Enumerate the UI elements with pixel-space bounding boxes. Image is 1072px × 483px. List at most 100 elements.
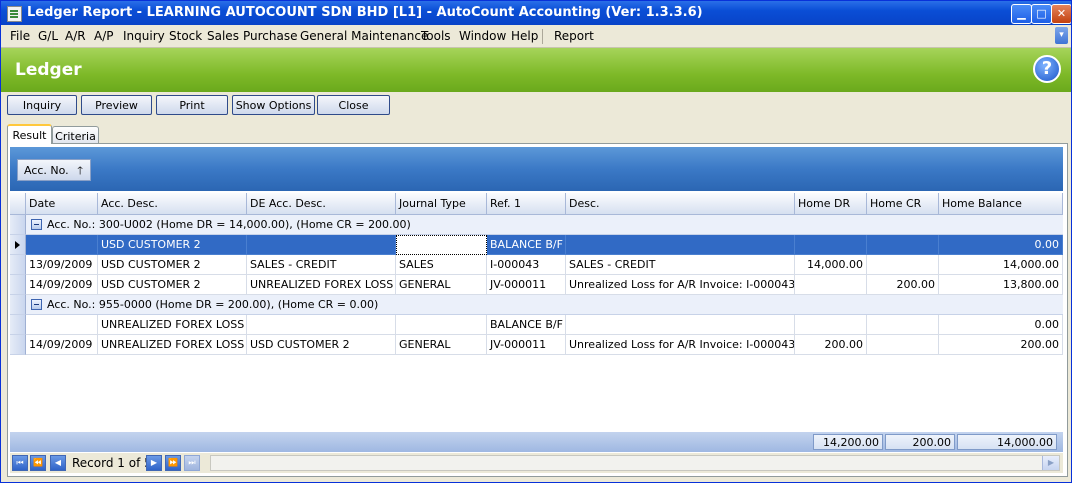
cell-de-acc-desc[interactable]: SALES - CREDIT <box>247 255 396 275</box>
cell-de-acc-desc[interactable] <box>247 235 396 255</box>
col-header-home-dr[interactable]: Home DR <box>795 193 867 215</box>
col-header-ref-1[interactable]: Ref. 1 <box>487 193 566 215</box>
row-indicator[interactable] <box>10 255 26 275</box>
cell-home-dr[interactable] <box>795 235 867 255</box>
col-header-journal-type[interactable]: Journal Type <box>396 193 487 215</box>
row-indicator[interactable] <box>10 215 26 235</box>
cell-journal-type[interactable] <box>396 235 487 255</box>
cell-desc[interactable]: Unrealized Loss for A/R Invoice: I-00004… <box>566 275 795 295</box>
cell-desc[interactable] <box>566 235 795 255</box>
cell-home-cr[interactable]: 200.00 <box>867 275 939 295</box>
last-record-icon[interactable]: ⏭ <box>184 455 200 471</box>
row-indicator[interactable] <box>10 295 26 315</box>
cell-home-dr[interactable]: 200.00 <box>795 335 867 355</box>
table-row[interactable]: 14/09/2009 UNREALIZED FOREX LOSS USD CUS… <box>26 335 1063 355</box>
cell-home-dr[interactable] <box>795 275 867 295</box>
cell-date[interactable] <box>26 315 98 335</box>
group-row[interactable]: Acc. No.: 300-U002 (Home DR = 14,000.00)… <box>26 215 1063 235</box>
menu-general-maintenance[interactable]: General Maintenance <box>300 29 428 43</box>
menu-file[interactable]: File <box>10 29 30 43</box>
cell-de-acc-desc[interactable]: UNREALIZED FOREX LOSS <box>247 275 396 295</box>
scroll-right-icon[interactable]: ▶ <box>1042 456 1059 470</box>
menu-sales[interactable]: Sales <box>207 29 239 43</box>
collapse-group-icon[interactable] <box>31 219 42 230</box>
cell-desc[interactable] <box>566 315 795 335</box>
cell-home-balance[interactable]: 14,000.00 <box>939 255 1063 275</box>
cell-ref-1[interactable]: BALANCE B/F <box>487 315 566 335</box>
cell-date[interactable]: 14/09/2009 <box>26 275 98 295</box>
cell-journal-type[interactable] <box>396 315 487 335</box>
close-button[interactable]: Close <box>317 95 390 115</box>
previous-page-icon[interactable]: ⏪ <box>30 455 46 471</box>
row-indicator[interactable] <box>10 335 26 355</box>
menu-ar[interactable]: A/R <box>65 29 86 43</box>
cell-journal-type[interactable]: SALES <box>396 255 487 275</box>
row-indicator[interactable] <box>10 275 26 295</box>
next-record-icon[interactable]: ▶ <box>146 455 162 471</box>
col-header-home-cr[interactable]: Home CR <box>867 193 939 215</box>
group-by-acc-no[interactable]: Acc. No. 🡑 <box>17 159 91 181</box>
collapse-group-icon[interactable] <box>31 299 42 310</box>
show-options-button[interactable]: Show Options <box>232 95 315 115</box>
maximize-button[interactable]: □ <box>1031 4 1052 24</box>
menu-inquiry[interactable]: Inquiry <box>123 29 165 43</box>
cell-home-cr[interactable] <box>867 315 939 335</box>
cell-ref-1[interactable]: JV-000011 <box>487 335 566 355</box>
tab-result[interactable]: Result <box>7 124 52 144</box>
cell-acc-desc[interactable]: USD CUSTOMER 2 <box>98 235 247 255</box>
help-icon[interactable]: ? <box>1033 55 1061 83</box>
table-row[interactable]: UNREALIZED FOREX LOSS BALANCE B/F 0.00 <box>26 315 1063 335</box>
cell-desc[interactable]: Unrealized Loss for A/R Invoice: I-00004… <box>566 335 795 355</box>
cell-desc[interactable]: SALES - CREDIT <box>566 255 795 275</box>
cell-home-balance[interactable]: 200.00 <box>939 335 1063 355</box>
cell-home-cr[interactable] <box>867 335 939 355</box>
print-button[interactable]: Print <box>156 95 228 115</box>
cell-home-dr[interactable] <box>795 315 867 335</box>
menu-help[interactable]: Help <box>511 29 538 43</box>
cell-ref-1[interactable]: I-000043 <box>487 255 566 275</box>
menu-gl[interactable]: G/L <box>38 29 58 43</box>
cell-de-acc-desc[interactable]: USD CUSTOMER 2 <box>247 335 396 355</box>
menu-overflow-icon[interactable]: ▾ <box>1055 27 1068 44</box>
cell-home-balance[interactable]: 0.00 <box>939 235 1063 255</box>
menu-window[interactable]: Window <box>459 29 506 43</box>
menu-purchase[interactable]: Purchase <box>243 29 298 43</box>
group-row[interactable]: Acc. No.: 955-0000 (Home DR = 200.00), (… <box>26 295 1063 315</box>
row-indicator[interactable] <box>10 315 26 335</box>
cell-home-dr[interactable]: 14,000.00 <box>795 255 867 275</box>
close-window-button[interactable]: ✕ <box>1051 4 1071 24</box>
cell-home-balance[interactable]: 0.00 <box>939 315 1063 335</box>
table-row[interactable]: USD CUSTOMER 2 BALANCE B/F 0.00 <box>26 235 1063 255</box>
row-indicator[interactable] <box>10 235 26 255</box>
horizontal-scrollbar[interactable]: ▶ <box>210 455 1060 471</box>
title-bar[interactable]: Ledger Report - LEARNING AUTOCOUNT SDN B… <box>1 1 1071 25</box>
menu-ap[interactable]: A/P <box>94 29 114 43</box>
table-row[interactable]: 14/09/2009 USD CUSTOMER 2 UNREALIZED FOR… <box>26 275 1063 295</box>
tab-criteria[interactable]: Criteria <box>52 126 99 144</box>
cell-acc-desc[interactable]: USD CUSTOMER 2 <box>98 255 247 275</box>
next-page-icon[interactable]: ⏩ <box>165 455 181 471</box>
cell-ref-1[interactable]: JV-000011 <box>487 275 566 295</box>
cell-acc-desc[interactable]: UNREALIZED FOREX LOSS <box>98 335 247 355</box>
preview-button[interactable]: Preview <box>81 95 152 115</box>
cell-acc-desc[interactable]: USD CUSTOMER 2 <box>98 275 247 295</box>
col-header-acc-desc[interactable]: Acc. Desc. <box>98 193 247 215</box>
minimize-button[interactable]: ▁ <box>1011 4 1032 24</box>
cell-de-acc-desc[interactable] <box>247 315 396 335</box>
table-row[interactable]: 13/09/2009 USD CUSTOMER 2 SALES - CREDIT… <box>26 255 1063 275</box>
cell-home-cr[interactable] <box>867 235 939 255</box>
previous-record-icon[interactable]: ◀ <box>50 455 66 471</box>
inquiry-button[interactable]: Inquiry <box>7 95 77 115</box>
cell-home-cr[interactable] <box>867 255 939 275</box>
cell-date[interactable] <box>26 235 98 255</box>
cell-date[interactable]: 14/09/2009 <box>26 335 98 355</box>
first-record-icon[interactable]: ⏮ <box>12 455 28 471</box>
col-header-date[interactable]: Date <box>26 193 98 215</box>
cell-home-balance[interactable]: 13,800.00 <box>939 275 1063 295</box>
cell-date[interactable]: 13/09/2009 <box>26 255 98 275</box>
menu-report[interactable]: Report <box>554 29 594 43</box>
menu-tools[interactable]: Tools <box>421 29 451 43</box>
col-header-home-balance[interactable]: Home Balance <box>939 193 1063 215</box>
col-header-de-acc-desc[interactable]: DE Acc. Desc. <box>247 193 396 215</box>
cell-ref-1[interactable]: BALANCE B/F <box>487 235 566 255</box>
